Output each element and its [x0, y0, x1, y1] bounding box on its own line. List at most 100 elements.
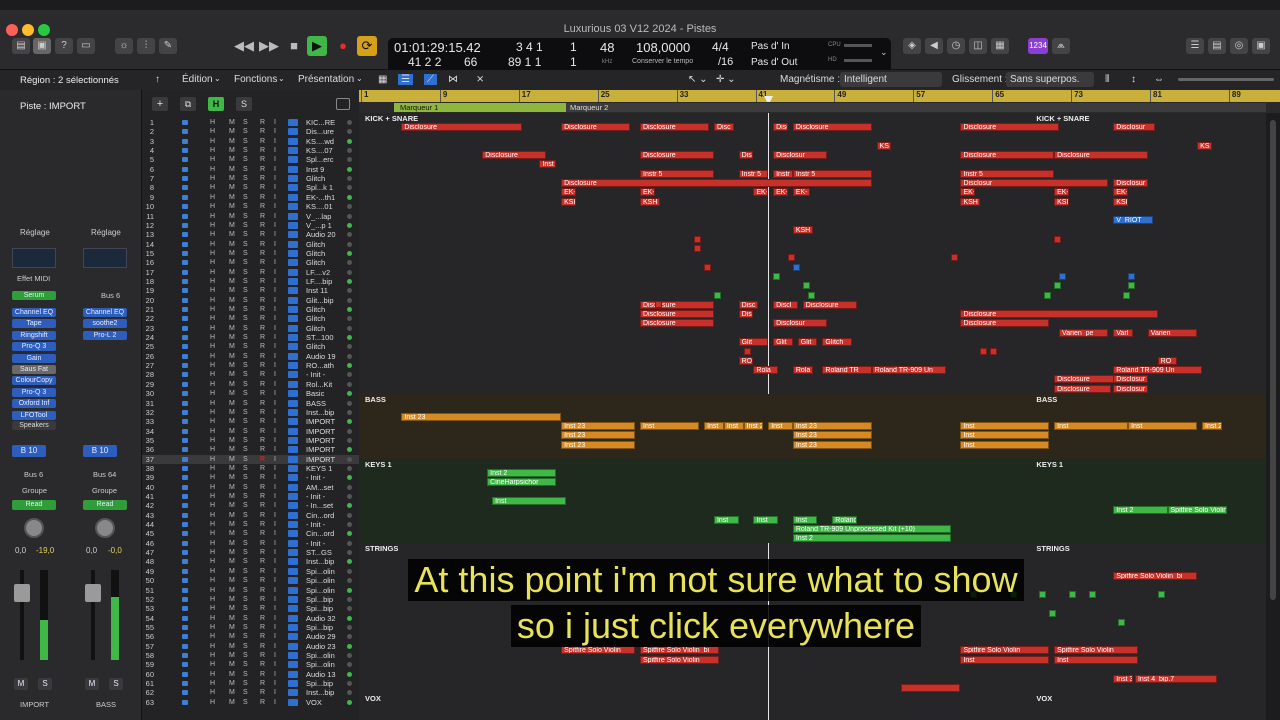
hide-button[interactable]: H — [210, 651, 215, 660]
track-row[interactable]: 59 H M S R I Spi...olin — [142, 660, 359, 669]
mute-button[interactable]: M — [229, 268, 235, 277]
record-button[interactable]: R — [260, 127, 265, 136]
track-on-led[interactable] — [347, 176, 352, 182]
automation-icon[interactable] — [288, 436, 298, 444]
track-name[interactable]: Spi...bip — [306, 623, 348, 632]
automation-icon[interactable] — [288, 268, 298, 276]
track-on-led[interactable] — [347, 250, 352, 256]
track-name[interactable]: Rol...Kit — [306, 380, 348, 389]
record-button[interactable]: R — [260, 333, 265, 342]
track-on-led[interactable] — [347, 503, 352, 509]
midi-event[interactable] — [1054, 282, 1062, 290]
midi-event[interactable] — [1039, 590, 1047, 598]
mute-button[interactable]: M — [229, 623, 235, 632]
plugin-slot[interactable]: Pro-Q 3 — [12, 342, 56, 352]
track-name[interactable]: Inst...bip — [306, 557, 348, 566]
automation-icon[interactable] — [288, 147, 298, 155]
track-row[interactable]: 22 H M S R I Glitch — [142, 314, 359, 323]
region[interactable]: Inst 23 — [792, 431, 872, 440]
track-name[interactable]: Glitch — [306, 258, 348, 267]
region[interactable]: Disc — [738, 309, 754, 318]
mute-button[interactable]: M — [229, 548, 235, 557]
marker-2[interactable]: Marqueur 2 — [566, 103, 1266, 112]
automation-icon[interactable] — [288, 119, 298, 126]
track-row[interactable]: 57 H M S R I Audio 23 — [142, 642, 359, 651]
region[interactable]: Spitfire Solo Violin — [640, 655, 719, 664]
track-row[interactable]: 34 H M S R I IMPORT — [142, 427, 359, 436]
automation-icon[interactable] — [288, 549, 298, 557]
mute-button[interactable]: M — [229, 240, 235, 249]
input-monitor-button[interactable]: I — [274, 473, 276, 482]
record-button[interactable]: R — [260, 464, 265, 473]
region[interactable]: Roland TR — [822, 365, 872, 374]
track-row[interactable]: 29 H M S R I Rol...Kit — [142, 380, 359, 389]
track-on-led[interactable] — [347, 465, 352, 471]
speaker-icon[interactable]: ◀ — [925, 38, 943, 54]
region[interactable]: Instr 5 — [640, 169, 714, 178]
automation-icon[interactable] — [288, 371, 298, 379]
record-button[interactable]: R — [260, 642, 265, 651]
track-inspector-title[interactable]: Piste : IMPORT — [20, 101, 86, 112]
mute-button[interactable]: M — [229, 511, 235, 520]
region[interactable]: Instr 5 — [738, 169, 769, 178]
region[interactable]: Roland TR-909 Un — [871, 365, 946, 374]
region[interactable]: KSH — [960, 197, 981, 206]
hide-button[interactable]: H — [210, 380, 215, 389]
input-monitor-button[interactable]: I — [274, 567, 276, 576]
solo-button[interactable]: S — [243, 342, 248, 351]
input-monitor-button[interactable]: I — [274, 127, 276, 136]
track-row[interactable]: 24 H M S R I ST...100 — [142, 333, 359, 342]
record-button[interactable]: R — [260, 165, 265, 174]
solo-button[interactable]: S — [243, 520, 248, 529]
input-monitor-button[interactable]: I — [274, 698, 276, 707]
pencil-tool-icon[interactable]: ✛ ⌄ — [716, 74, 736, 85]
stop-icon[interactable]: ■ — [284, 36, 304, 56]
track-on-led[interactable] — [347, 241, 352, 247]
region[interactable]: Disclosure — [802, 300, 857, 309]
mute-button[interactable]: M — [229, 604, 235, 613]
track-row[interactable]: 28 H M S R I - Init - — [142, 370, 359, 379]
region[interactable]: Disc — [738, 150, 754, 159]
region[interactable]: Inst 23 — [401, 412, 562, 421]
track-row[interactable]: 11 H M S R I V_...lap — [142, 212, 359, 221]
input-monitor-button[interactable]: I — [274, 548, 276, 557]
record-button[interactable]: R — [260, 632, 265, 641]
record-button[interactable]: R — [260, 427, 265, 436]
track-name[interactable]: Spi...olin — [306, 651, 348, 660]
track-name[interactable]: Glitch — [306, 305, 348, 314]
mute-button[interactable]: M — [229, 473, 235, 482]
solo-button[interactable]: S — [243, 614, 248, 623]
record-button[interactable]: R — [260, 342, 265, 351]
plugin-slot[interactable]: Ringshift — [12, 330, 56, 340]
track-row[interactable]: 44 H M S R I - Init - — [142, 520, 359, 529]
track-row[interactable]: 51 H M S R I Spi...olin — [142, 586, 359, 595]
send-slot-1[interactable]: B 10 — [12, 445, 46, 457]
mute-button[interactable]: M — [229, 183, 235, 192]
input-monitor-button[interactable]: I — [274, 324, 276, 333]
region[interactable]: KSH — [792, 225, 813, 234]
notepad-icon[interactable]: ▦ — [991, 38, 1009, 54]
track-name[interactable]: V_...lap — [306, 212, 348, 221]
input-monitor-button[interactable]: I — [274, 529, 276, 538]
hide-button[interactable]: H — [210, 520, 215, 529]
record-button[interactable]: R — [260, 174, 265, 183]
track-on-led[interactable] — [347, 381, 352, 387]
track-name[interactable]: Spi...bip — [306, 604, 348, 613]
automation-icon[interactable] — [288, 203, 298, 211]
automation-icon[interactable] — [288, 128, 298, 136]
midi-event[interactable] — [713, 291, 721, 299]
solo-button[interactable]: S — [243, 370, 248, 379]
region[interactable]: KSH — [1054, 197, 1069, 206]
record-button[interactable]: R — [260, 361, 265, 370]
track-on-led[interactable] — [347, 307, 352, 312]
solo-button[interactable]: S — [243, 305, 248, 314]
record-button[interactable]: R — [260, 408, 265, 417]
rewind-icon[interactable]: ◀◀ — [234, 36, 254, 56]
automation-mode-2[interactable]: Read — [83, 500, 127, 510]
track-on-led[interactable] — [347, 475, 352, 481]
track-row[interactable]: 58 H M S R I Spi...olin — [142, 651, 359, 660]
track-row[interactable]: 55 H M S R I Spi...bip — [142, 623, 359, 632]
hide-button[interactable]: H — [210, 202, 215, 211]
record-button[interactable]: R — [260, 389, 265, 398]
region[interactable]: Inst — [1054, 422, 1129, 431]
